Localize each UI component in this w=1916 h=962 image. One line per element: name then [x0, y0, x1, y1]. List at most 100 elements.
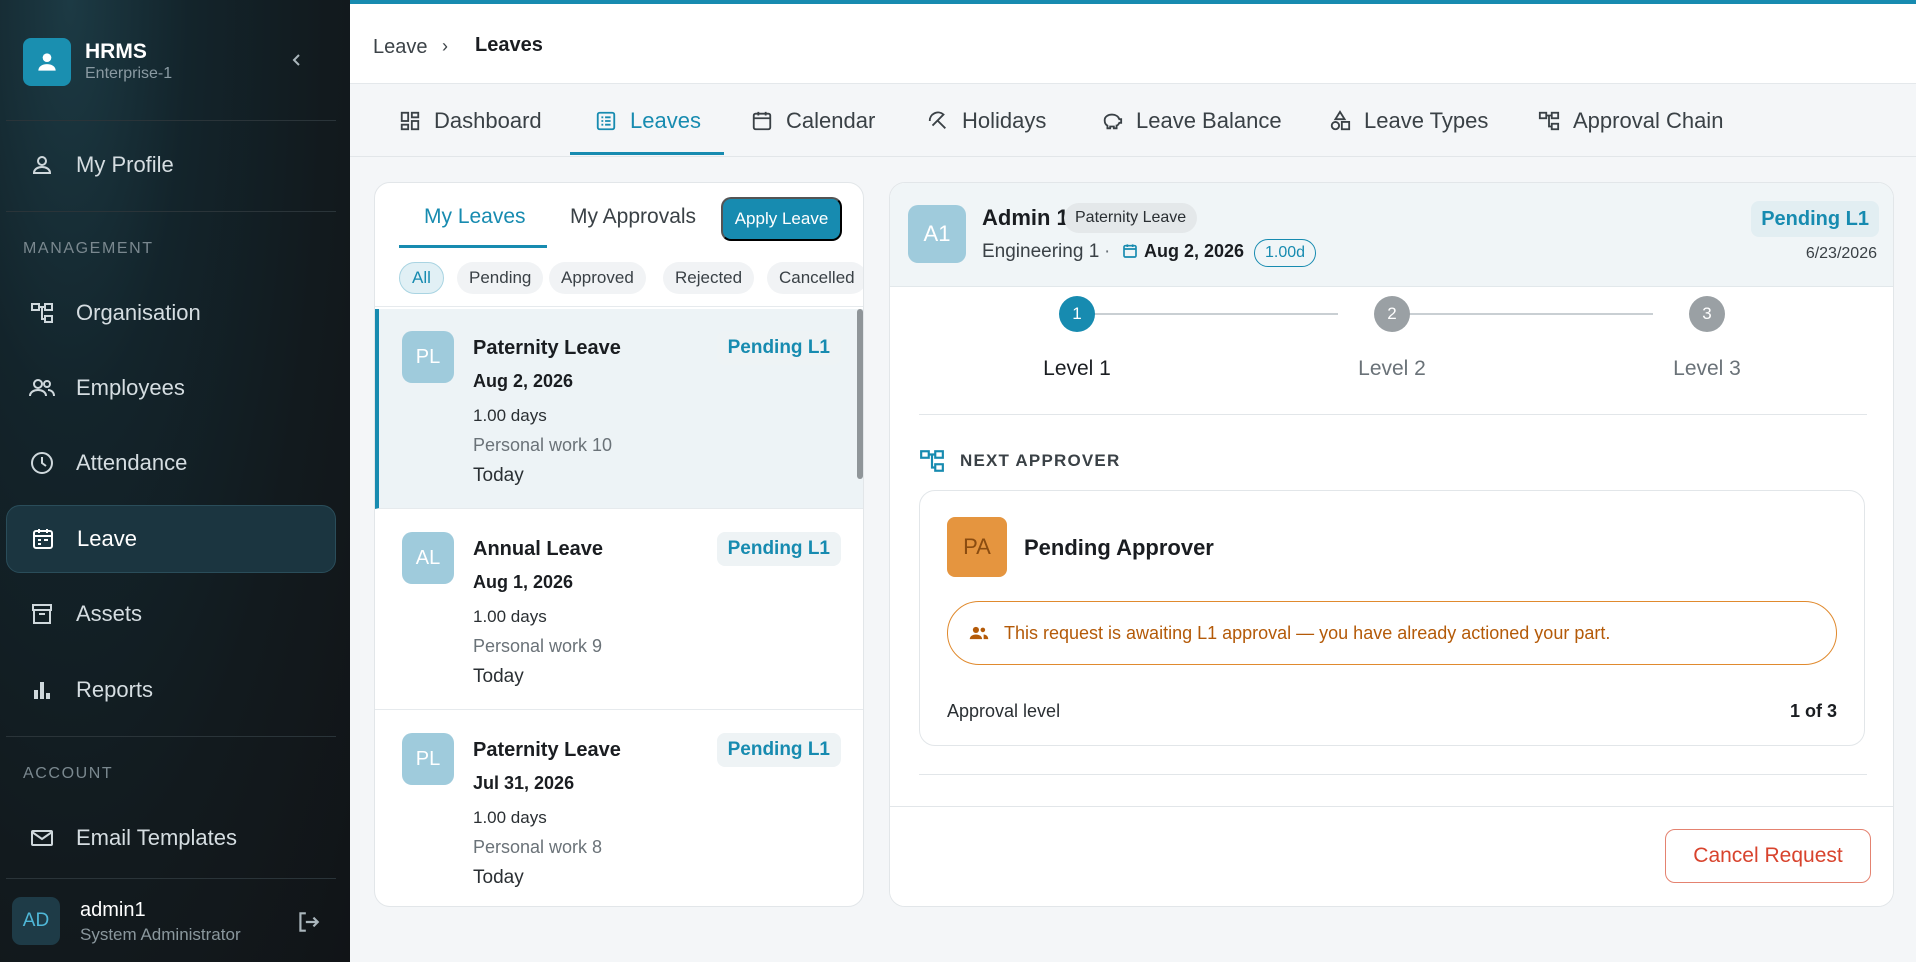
sidebar-item-employees[interactable]: Employees — [6, 354, 336, 422]
tab-dashboard[interactable]: Dashboard — [398, 85, 542, 157]
leave-list-panel: My Leaves My Approvals Apply Leave All P… — [374, 182, 864, 907]
leave-date: Aug 1, 2026 — [473, 572, 574, 592]
filter-pending[interactable]: Pending — [457, 262, 544, 294]
next-approver-title: NEXT APPROVER — [960, 451, 1121, 470]
cancel-request-button[interactable]: Cancel Request — [1665, 829, 1871, 883]
leave-type: Annual Leave — [473, 538, 604, 560]
leave-submitted: Today — [473, 465, 524, 486]
tab-label: Calendar — [786, 108, 876, 133]
list-item[interactable]: PL Paternity Leave Aug 2, 2026 1.00 days… — [375, 309, 863, 509]
employee-name: Admin 1 — [982, 205, 1069, 230]
department: Engineering 1 — [982, 241, 1100, 262]
active-tab-indicator — [570, 152, 724, 155]
tab-label: Leave Balance — [1136, 108, 1282, 133]
logout-button[interactable] — [295, 909, 321, 935]
shapes-icon — [1328, 109, 1352, 133]
leave-days: 1.00 days — [473, 607, 547, 626]
user-role: System Administrator — [80, 925, 241, 944]
tab-leave-types[interactable]: Leave Types — [1328, 85, 1488, 157]
avatar: AD — [12, 897, 60, 945]
calendar-icon — [1122, 243, 1140, 261]
tab-my-approvals[interactable]: My Approvals — [570, 205, 696, 229]
sidebar-item-label: Leave — [77, 526, 137, 551]
stepper-line — [1398, 313, 1653, 315]
tab-leave-balance[interactable]: Leave Balance — [1100, 85, 1282, 157]
breadcrumb-current: Leaves — [475, 34, 543, 56]
avatar: AL — [402, 532, 454, 584]
sidebar-item-label: My Profile — [76, 152, 174, 177]
leave-type-badge: Paternity Leave — [1064, 203, 1198, 233]
app-subtitle: Enterprise-1 — [85, 65, 173, 82]
scrollbar[interactable] — [857, 309, 863, 479]
hierarchy-icon — [919, 448, 945, 474]
divider — [919, 414, 1867, 415]
sidebar-item-organisation[interactable]: Organisation — [6, 279, 336, 347]
mail-icon — [28, 824, 56, 852]
status-badge: Pending L1 — [716, 331, 841, 365]
step-2: 2 — [1374, 296, 1410, 332]
breadcrumb: Leave › Leaves — [350, 4, 1916, 84]
apply-leave-button[interactable]: Apply Leave — [721, 197, 842, 241]
list-icon — [594, 109, 618, 133]
hierarchy-icon — [1537, 109, 1561, 133]
section-title-account: ACCOUNT — [23, 765, 114, 782]
collapse-sidebar-button[interactable] — [285, 48, 309, 72]
sidebar-item-assets[interactable]: Assets — [6, 580, 336, 648]
sidebar-item-attendance[interactable]: Attendance — [6, 429, 336, 497]
separator-dot: · — [1104, 241, 1111, 262]
divider — [919, 774, 1867, 775]
leave-type: Paternity Leave — [473, 739, 621, 761]
leave-date: Jul 31, 2026 — [473, 773, 575, 793]
bar-chart-icon — [28, 676, 56, 704]
step-label: Level 2 — [1358, 357, 1426, 380]
clock-icon — [28, 449, 56, 477]
leave-submitted: Today — [473, 867, 524, 888]
sidebar-item-label: Reports — [76, 677, 154, 702]
step-3: 3 — [1689, 296, 1725, 332]
avatar: PL — [402, 733, 454, 785]
divider — [6, 211, 336, 212]
list-item[interactable]: PL Paternity Leave Jul 31, 2026 1.00 day… — [375, 711, 863, 906]
org-chart-icon — [28, 299, 56, 327]
status-badge: Pending L1 — [716, 532, 841, 566]
filter-cancelled[interactable]: Cancelled — [767, 262, 863, 294]
avatar: PA — [947, 517, 1007, 577]
tab-label: Approval Chain — [1573, 108, 1724, 133]
divider — [6, 878, 336, 879]
alert-text: This request is awaiting L1 approval — y… — [1004, 622, 1611, 643]
tab-calendar[interactable]: Calendar — [750, 85, 875, 157]
calendar-icon — [750, 109, 774, 133]
days-badge: 1.00d — [1254, 239, 1317, 267]
stepper-line — [1083, 313, 1338, 315]
app-logo — [23, 38, 71, 86]
status-badge: Pending L1 — [1751, 201, 1879, 237]
tab-label: Leave Types — [1364, 108, 1489, 133]
tab-approval-chain[interactable]: Approval Chain — [1537, 85, 1723, 157]
tab-my-leaves[interactable]: My Leaves — [424, 205, 526, 229]
sidebar-item-email-templates[interactable]: Email Templates — [6, 804, 336, 872]
sidebar-item-leave[interactable]: Leave — [6, 505, 336, 573]
tab-label: Dashboard — [434, 108, 542, 133]
tab-label: Holidays — [962, 108, 1047, 133]
leave-submitted: Today — [473, 666, 524, 687]
filter-all[interactable]: All — [399, 262, 444, 294]
leave-date: Aug 2, 2026 — [473, 371, 574, 391]
detail-header: A1 Admin 1 Paternity Leave Engineering 1… — [890, 183, 1893, 287]
filter-rejected[interactable]: Rejected — [663, 262, 755, 294]
step-1: 1 — [1059, 296, 1095, 332]
logout-icon — [299, 912, 320, 932]
sidebar: HRMS Enterprise-1 My Profile MANAGEMENT … — [0, 0, 350, 962]
breadcrumb-parent[interactable]: Leave — [373, 36, 428, 59]
tab-holidays[interactable]: Holidays — [926, 85, 1046, 157]
approver-name: Pending Approver — [1024, 535, 1214, 560]
user-icon — [38, 53, 56, 71]
leave-date: Aug 2, 2026 — [1144, 241, 1245, 261]
tab-leaves[interactable]: Leaves — [594, 85, 701, 157]
sidebar-item-my-profile[interactable]: My Profile — [6, 131, 336, 199]
sidebar-item-label: Employees — [76, 375, 185, 400]
filter-approved[interactable]: Approved — [549, 262, 646, 294]
list-item[interactable]: AL Annual Leave Aug 1, 2026 1.00 days Pe… — [375, 510, 863, 710]
leave-days: 1.00 days — [473, 406, 547, 425]
requested-date: 6/23/2026 — [1805, 245, 1877, 262]
sidebar-item-reports[interactable]: Reports — [6, 656, 336, 724]
